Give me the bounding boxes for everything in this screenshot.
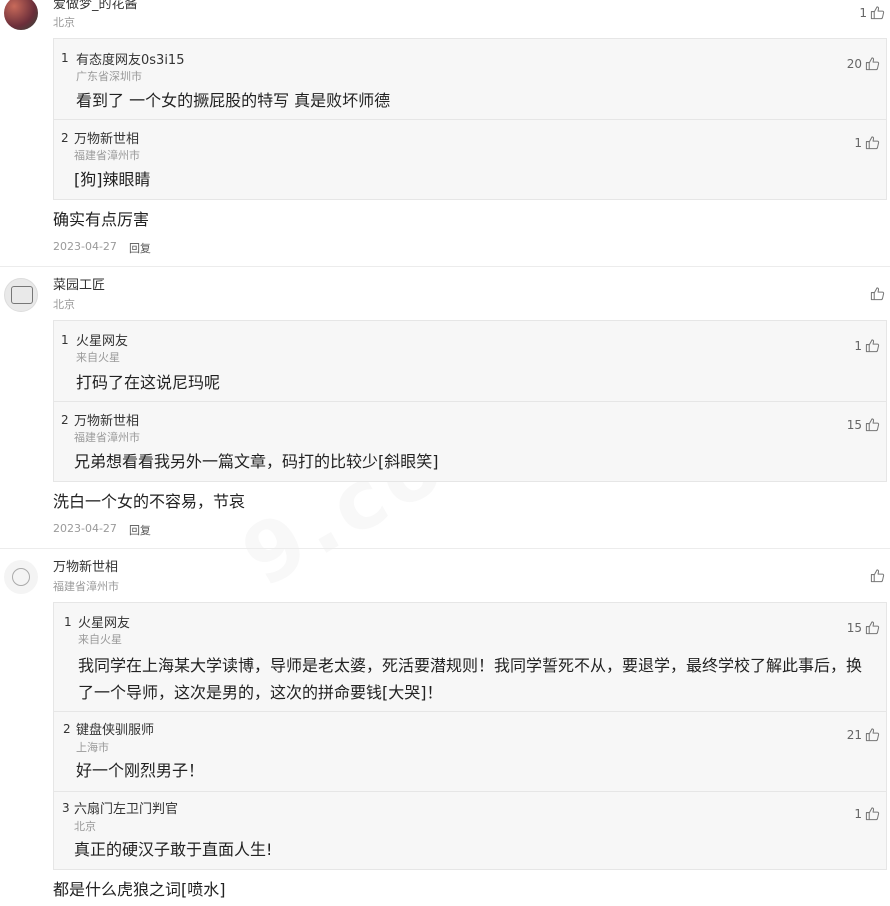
thumbs-up-icon: [870, 6, 885, 20]
reply-location: 福建省漳州市: [74, 431, 140, 444]
avatar[interactable]: [4, 278, 38, 312]
reply-button[interactable]: 回复: [129, 522, 151, 538]
like-count: 20: [846, 56, 862, 71]
thumbs-up-icon: [865, 807, 880, 821]
reply-author[interactable]: 万物新世相: [74, 410, 139, 429]
reply-item: 1 火星网友 来自火星 15 我同学在上海某大学读博，导师是老太婆，死活要潜规则…: [54, 603, 886, 711]
reply-like-button[interactable]: 1: [854, 806, 880, 821]
reply-author[interactable]: 键盘侠驯服师: [76, 719, 154, 738]
reply-author[interactable]: 火星网友: [78, 612, 130, 631]
reply-index: 1: [64, 615, 72, 629]
reply-text: 打码了在这说尼玛呢: [76, 373, 221, 392]
comment-text: 都是什么虎狼之词[喷水]: [53, 880, 226, 899]
like-button[interactable]: [867, 286, 885, 301]
comment-author[interactable]: 爱做梦_的花酱: [53, 0, 138, 13]
avatar[interactable]: [4, 560, 38, 594]
reply-location: 来自火星: [78, 633, 122, 646]
like-count: 21: [846, 727, 862, 742]
comment-text: 洗白一个女的不容易，节哀: [53, 492, 246, 511]
reply-item: 2 万物新世相 福建省漳州市 1 [狗]辣眼睛: [54, 119, 886, 199]
reply-author[interactable]: 六扇门左卫门判官: [74, 798, 178, 817]
comment-meta: 2023-04-27 回复: [53, 522, 151, 538]
comment-date: 2023-04-27: [53, 240, 117, 253]
reply-index: 1: [61, 333, 69, 347]
reply-location: 福建省漳州市: [74, 149, 140, 162]
reply-location: 广东省深圳市: [76, 70, 142, 83]
thumbs-up-icon: [870, 569, 885, 583]
reply-author[interactable]: 火星网友: [76, 330, 128, 349]
reply-thread: 1 有态度网友0s3i15 广东省深圳市 20 看到了 一个女的撅屁股的特写 真…: [53, 38, 887, 200]
reply-text: 真正的硬汉子敢于直面人生!: [74, 840, 273, 859]
thumbs-up-icon: [865, 136, 880, 150]
thumbs-up-icon: [865, 418, 880, 432]
reply-item: 1 有态度网友0s3i15 广东省深圳市 20 看到了 一个女的撅屁股的特写 真…: [54, 39, 886, 119]
reply-location: 来自火星: [76, 351, 120, 364]
reply-index: 2: [61, 131, 69, 145]
avatar[interactable]: [4, 0, 38, 30]
reply-text: 好一个刚烈男子！: [76, 761, 205, 780]
reply-like-button[interactable]: 21: [847, 727, 880, 742]
reply-item: 3 六扇门左卫门判官 北京 1 真正的硬汉子敢于直面人生!: [54, 791, 886, 869]
comment-location: 北京: [53, 298, 75, 311]
comment-author[interactable]: 菜园工匠: [53, 278, 105, 294]
like-count: 15: [846, 417, 862, 432]
reply-item: 2 键盘侠驯服师 上海市 21 好一个刚烈男子！: [54, 711, 886, 791]
like-count: 1: [859, 5, 867, 20]
reply-text: [狗]辣眼睛: [74, 170, 151, 189]
comment-location: 福建省漳州市: [53, 580, 119, 593]
thumbs-up-icon: [865, 621, 880, 635]
like-button[interactable]: [867, 568, 885, 583]
divider: [0, 548, 890, 549]
divider: [0, 266, 890, 267]
comment-meta: 2023-04-27 回复: [53, 240, 151, 256]
comment-location: 北京: [53, 16, 75, 29]
comment-author[interactable]: 万物新世相: [53, 560, 118, 576]
thumbs-up-icon: [870, 287, 885, 301]
reply-like-button[interactable]: 1: [854, 135, 880, 150]
reply-like-button[interactable]: 15: [847, 620, 880, 635]
reply-text: 看到了 一个女的撅屁股的特写 真是败坏师德: [76, 91, 391, 110]
like-count: 1: [854, 135, 862, 150]
reply-thread: 1 火星网友 来自火星 15 我同学在上海某大学读博，导师是老太婆，死活要潜规则…: [53, 602, 887, 870]
reply-index: 2: [63, 722, 71, 736]
thumbs-up-icon: [865, 728, 880, 742]
reply-item: 1 火星网友 来自火星 1 打码了在这说尼玛呢: [54, 321, 886, 401]
like-button[interactable]: 1: [859, 5, 885, 20]
reply-item: 2 万物新世相 福建省漳州市 15 兄弟想看看我另外一篇文章，码打的比较少[斜眼…: [54, 401, 886, 481]
reply-index: 3: [62, 801, 70, 815]
reply-like-button[interactable]: 20: [847, 56, 880, 71]
like-count: 15: [846, 620, 862, 635]
thumbs-up-icon: [865, 339, 880, 353]
reply-thread: 1 火星网友 来自火星 1 打码了在这说尼玛呢 2 万物新世相 福建省漳州市 1…: [53, 320, 887, 482]
comment-date: 2023-04-27: [53, 522, 117, 535]
reply-text: 兄弟想看看我另外一篇文章，码打的比较少[斜眼笑]: [74, 452, 439, 471]
reply-index: 1: [61, 51, 69, 65]
reply-like-button[interactable]: 15: [847, 417, 880, 432]
reply-location: 上海市: [76, 741, 109, 754]
reply-author[interactable]: 万物新世相: [74, 128, 139, 147]
reply-index: 2: [61, 413, 69, 427]
reply-location: 北京: [74, 820, 96, 833]
reply-button[interactable]: 回复: [129, 240, 151, 256]
thumbs-up-icon: [865, 57, 880, 71]
comment-text: 确实有点厉害: [53, 210, 150, 229]
like-count: 1: [854, 806, 862, 821]
like-count: 1: [854, 338, 862, 353]
reply-like-button[interactable]: 1: [854, 338, 880, 353]
reply-author[interactable]: 有态度网友0s3i15: [76, 49, 184, 68]
reply-text: 我同学在上海某大学读博，导师是老太婆，死活要潜规则！我同学誓死不从，要退学，最终…: [78, 656, 863, 702]
